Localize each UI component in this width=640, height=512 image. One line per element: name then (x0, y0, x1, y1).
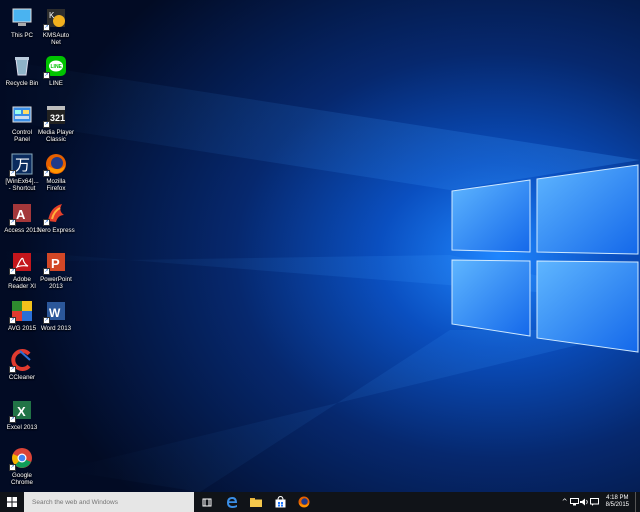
desktop-icon-label: Google Chrome (10, 472, 33, 486)
shortcut-arrow-icon: ↗ (43, 317, 50, 324)
desktop-icon-label: Media Player Classic (37, 129, 75, 143)
volume-button[interactable] (580, 492, 590, 512)
desktop-icon-ccleaner[interactable]: ↗ CCleaner (0, 346, 44, 394)
shortcut-arrow-icon: ↗ (9, 464, 16, 471)
svg-text:321: 321 (50, 113, 65, 123)
shortcut-arrow-icon: ↗ (43, 24, 50, 31)
speaker-icon (580, 498, 588, 506)
chrome-icon: ↗ (9, 446, 34, 471)
excel-icon: X ↗ (9, 398, 34, 423)
desktop-icon-line[interactable]: LINE ↗ LINE (34, 52, 78, 100)
access-icon: A ↗ (9, 201, 34, 226)
shortcut-arrow-icon: ↗ (43, 268, 50, 275)
shortcut-arrow-icon: ↗ (43, 219, 50, 226)
svg-text:K: K (49, 11, 55, 20)
adobe-reader-icon: ↗ (9, 250, 34, 275)
media-player-classic-icon: 321 ↗ (43, 103, 68, 128)
control-panel-icon (10, 103, 34, 127)
powerpoint-icon: P ↗ (43, 250, 68, 275)
recycle-bin-icon (10, 54, 34, 78)
desktop-icon-label: This PC (10, 32, 33, 39)
shortcut-arrow-icon: ↗ (9, 366, 16, 373)
shortcut-arrow-icon: ↗ (9, 219, 16, 226)
taskbar: ^ 4:18 PM 8/5/2015 (0, 492, 640, 512)
message-icon (590, 498, 600, 506)
desktop-icon-nero-express[interactable]: ↗ Nero Express (34, 199, 78, 247)
shortcut-arrow-icon: ↗ (9, 317, 16, 324)
desktop-icon-google-chrome[interactable]: ↗ Google Chrome (0, 444, 44, 492)
desktop-wallpaper[interactable] (0, 0, 640, 492)
desktop-icon-kmsauto-net[interactable]: K ↗ KMSAuto Net (34, 4, 78, 52)
system-tray: ^ 4:18 PM 8/5/2015 (560, 492, 640, 512)
shortcut-arrow-icon: ↗ (9, 170, 16, 177)
desktop-icon-label: Control Panel (12, 129, 32, 143)
svg-text:万: 万 (15, 156, 30, 174)
line-icon: LINE ↗ (43, 54, 68, 79)
nero-express-icon: ↗ (43, 201, 68, 226)
svg-text:A: A (16, 207, 26, 222)
network-icon (570, 498, 580, 506)
clock-date: 8/5/2015 (605, 502, 629, 508)
svg-text:P: P (51, 256, 60, 271)
desktop-icon-label: AVG 2015 (7, 325, 37, 332)
desktop-icon-label: Word 2013 (40, 325, 72, 332)
desktop-icon-label: LINE (49, 80, 63, 87)
start-button[interactable] (0, 492, 24, 512)
desktop-icon-label: Mozilla Firefox (46, 178, 66, 192)
store-icon (275, 496, 285, 508)
windows-logo-icon (7, 497, 17, 507)
shortcut-arrow-icon: ↗ (43, 121, 50, 128)
desktop-icon-label: PowerPoint 2013 (40, 276, 72, 290)
desktop-icon-label: CCleaner (8, 374, 36, 381)
shortcut-arrow-icon: ↗ (43, 72, 50, 79)
desktop-icon-label: KMSAuto Net (42, 32, 70, 46)
taskbar-firefox-button[interactable] (292, 492, 316, 512)
winex-icon: 万 ↗ (9, 152, 34, 177)
firefox-icon: ↗ (43, 152, 68, 177)
desktop-icon-excel-2013[interactable]: X ↗ Excel 2013 (0, 396, 44, 444)
ccleaner-icon: ↗ (9, 348, 34, 373)
network-button[interactable] (570, 492, 580, 512)
desktop-icon-mozilla-firefox[interactable]: ↗ Mozilla Firefox (34, 150, 78, 198)
show-desktop-button[interactable] (635, 492, 640, 512)
search-input[interactable] (30, 497, 194, 507)
task-view-button[interactable] (194, 492, 220, 512)
action-center-button[interactable] (590, 492, 600, 512)
desktop-icon-powerpoint-2013[interactable]: P ↗ PowerPoint 2013 (34, 248, 78, 296)
taskbar-store-button[interactable] (268, 492, 292, 512)
edge-icon (227, 497, 237, 508)
word-icon: W ↗ (43, 299, 68, 324)
desktop-icon-label: Nero Express (37, 227, 75, 234)
kmsauto-icon: K ↗ (43, 6, 68, 31)
svg-text:LINE: LINE (51, 64, 63, 70)
show-hidden-icons-button[interactable]: ^ (560, 492, 570, 512)
clock-time: 4:18 PM (606, 495, 629, 501)
shortcut-arrow-icon: ↗ (9, 268, 16, 275)
desktop-icon-media-player-classic[interactable]: 321 ↗ Media Player Classic (34, 101, 78, 149)
desktop-icon-label: Adobe Reader XI (8, 276, 36, 290)
desktop-icon-label: Excel 2013 (6, 424, 38, 431)
this-pc-icon (10, 6, 34, 30)
task-view-icon (202, 498, 212, 506)
chevron-up-icon: ^ (561, 498, 568, 506)
firefox-icon (298, 496, 310, 508)
folder-icon (250, 498, 262, 507)
desktop-icon-word-2013[interactable]: W ↗ Word 2013 (34, 297, 78, 345)
shortcut-arrow-icon: ↗ (43, 170, 50, 177)
taskbar-file-explorer-button[interactable] (244, 492, 268, 512)
shortcut-arrow-icon: ↗ (9, 416, 16, 423)
svg-text:X: X (17, 404, 26, 419)
avg-icon: ↗ (9, 299, 34, 324)
clock[interactable]: 4:18 PM 8/5/2015 (600, 495, 635, 509)
taskbar-edge-button[interactable] (220, 492, 244, 512)
search-box[interactable] (24, 492, 194, 512)
svg-text:W: W (49, 306, 61, 320)
